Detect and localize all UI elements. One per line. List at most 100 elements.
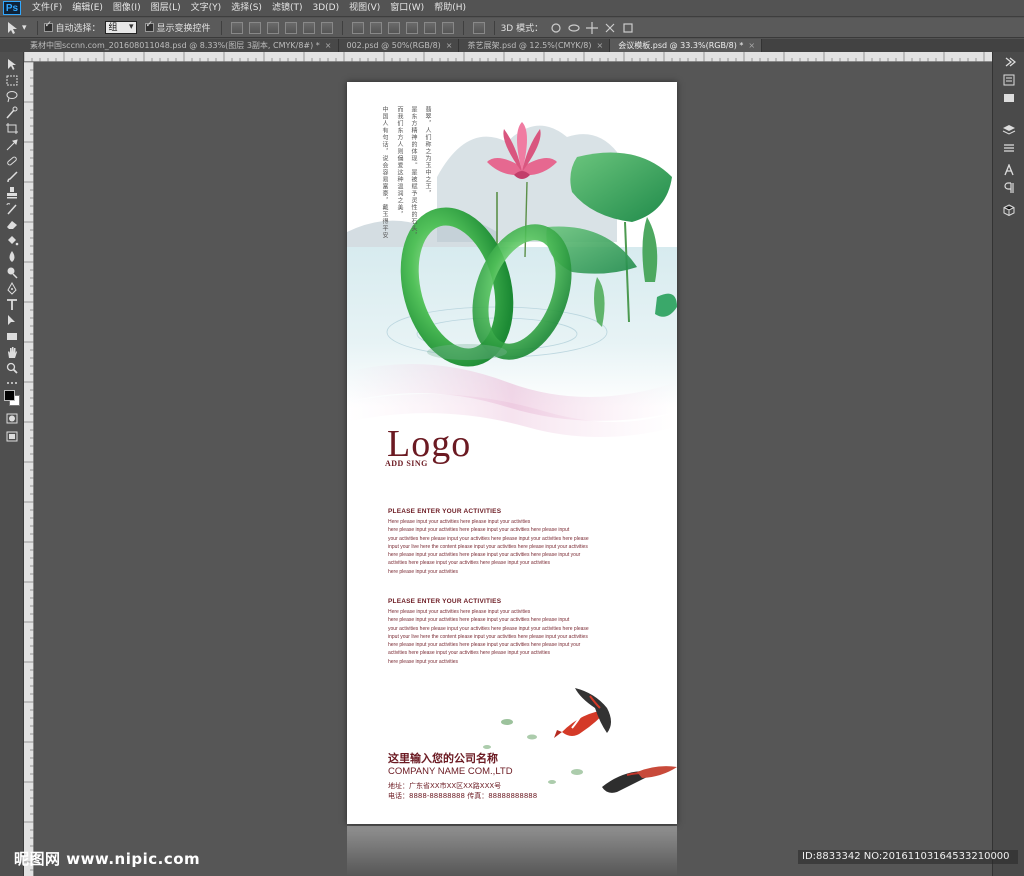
close-icon[interactable]: × xyxy=(597,41,604,50)
path-select-tool-icon[interactable] xyxy=(5,314,19,327)
photoshop-logo: Ps xyxy=(3,1,21,15)
marquee-tool-icon[interactable] xyxy=(5,74,19,87)
rectangle-tool-icon[interactable] xyxy=(5,330,19,343)
pen-tool-icon[interactable] xyxy=(5,281,19,295)
eyedropper-tool-icon[interactable] xyxy=(5,138,19,151)
distribute-hcenter-button[interactable] xyxy=(423,21,436,34)
company-phone: 电话：8888-88888888 传真：88888888888 xyxy=(388,792,538,800)
document-tab-bar: 素材中国sccnn.com_20160801104​8.psd @ 8.33%(… xyxy=(0,39,1024,52)
auto-select-label: 自动选择： xyxy=(55,24,101,34)
eraser-tool-icon[interactable] xyxy=(5,218,19,231)
logo-subtitle: ADD SING xyxy=(385,459,428,468)
align-left-button[interactable] xyxy=(284,21,297,34)
close-icon[interactable]: × xyxy=(446,41,453,50)
panel-dock xyxy=(992,52,1024,876)
3d-scale-icon[interactable] xyxy=(621,21,635,35)
zoom-tool-icon[interactable] xyxy=(5,362,19,375)
menu-image[interactable]: 图像(I) xyxy=(108,0,146,16)
auto-align-button[interactable] xyxy=(472,21,485,34)
hand-tool-icon[interactable] xyxy=(5,346,19,359)
properties-panel-icon[interactable] xyxy=(1002,92,1016,104)
vertical-ruler[interactable] xyxy=(24,62,34,876)
auto-select-checkbox[interactable] xyxy=(43,20,53,32)
menu-help[interactable]: 帮助(H) xyxy=(429,0,471,16)
align-right-button[interactable] xyxy=(320,21,333,34)
tool-preset-arrow[interactable]: ▾ xyxy=(22,23,27,33)
history-brush-tool-icon[interactable] xyxy=(5,202,19,215)
paragraph-panel-icon[interactable] xyxy=(1002,182,1016,194)
dodge-tool-icon[interactable] xyxy=(5,266,19,279)
company-name-chinese: 这里输入您的公司名称 xyxy=(388,752,498,765)
brush-tool-icon[interactable] xyxy=(5,170,19,183)
align-top-button[interactable] xyxy=(230,21,243,34)
align-bottom-button[interactable] xyxy=(266,21,279,34)
distribute-right-button[interactable] xyxy=(441,21,454,34)
menu-select[interactable]: 选择(S) xyxy=(226,0,267,16)
adjustments-panel-icon[interactable] xyxy=(1002,142,1016,154)
lasso-tool-icon[interactable] xyxy=(5,90,19,103)
crop-tool-icon[interactable] xyxy=(5,122,19,135)
3d-rotate-icon[interactable] xyxy=(549,21,563,35)
align-hcenter-button[interactable] xyxy=(302,21,315,34)
auto-select-dropdown[interactable]: 组 xyxy=(104,21,137,34)
close-icon[interactable]: × xyxy=(748,41,755,50)
menu-view[interactable]: 视图(V) xyxy=(344,0,385,16)
document-reflection xyxy=(347,826,677,876)
activity-line: Here please input your activities here p… xyxy=(388,519,531,525)
show-transform-checkbox[interactable] xyxy=(144,20,154,32)
horizontal-ruler[interactable] xyxy=(24,52,992,62)
healing-brush-tool-icon[interactable] xyxy=(5,154,19,167)
collapse-panels-icon[interactable] xyxy=(1002,56,1017,68)
activity-line: activities here please input your activi… xyxy=(388,560,551,567)
move-tool-icon[interactable] xyxy=(5,58,19,71)
menu-3d[interactable]: 3D(D) xyxy=(307,0,344,16)
activity-line: here please input your activities here p… xyxy=(388,527,570,534)
distribute-top-button[interactable] xyxy=(351,21,364,34)
tab-document-2[interactable]: 002.psd @ 50%(RGB/8) × xyxy=(338,39,460,52)
show-transform-label: 显示变换控件 xyxy=(156,24,211,34)
3d-panel-icon[interactable] xyxy=(1002,204,1016,217)
clone-stamp-tool-icon[interactable] xyxy=(5,186,19,199)
blur-tool-icon[interactable] xyxy=(5,250,19,263)
3d-pan-icon[interactable] xyxy=(585,21,599,35)
align-vcenter-button[interactable] xyxy=(248,21,261,34)
move-tool-icon[interactable] xyxy=(6,21,20,35)
distribute-vcenter-button[interactable] xyxy=(369,21,382,34)
more-tools-icon[interactable] xyxy=(5,376,19,389)
watermark-id: ID:8833342 NO:20161103164533210000 xyxy=(798,850,1018,864)
activity-line: here please input your activities here p… xyxy=(388,617,570,624)
separator xyxy=(220,20,222,35)
activity-line: your activities here please input your a… xyxy=(388,535,589,542)
tab-label: 素材中国sccnn.com_20160801104​8.psd @ 8.33%(… xyxy=(30,41,320,50)
history-panel-icon[interactable] xyxy=(1002,74,1016,86)
menu-edit[interactable]: 编辑(E) xyxy=(67,0,108,16)
poster-document[interactable]: 翡翠，人们称之为玉中之王， 是东方精神的体现。是被赋予灵性的石头， 而我们东方人… xyxy=(347,82,677,824)
quick-select-tool-icon[interactable] xyxy=(5,106,19,119)
3d-slide-icon[interactable] xyxy=(603,21,617,35)
menu-layer[interactable]: 图层(L) xyxy=(146,0,186,16)
separator xyxy=(493,20,495,35)
type-tool-icon[interactable] xyxy=(5,298,19,311)
layers-panel-icon[interactable] xyxy=(1002,124,1016,136)
distribute-bottom-button[interactable] xyxy=(387,21,400,34)
menu-filter[interactable]: 滤镜(T) xyxy=(267,0,308,16)
paint-bucket-tool-icon[interactable] xyxy=(5,234,19,247)
screen-mode-icon[interactable] xyxy=(5,430,19,443)
3d-roll-icon[interactable] xyxy=(567,21,581,35)
tab-document-3[interactable]: 茶艺展架.psd @ 12.5%(CMYK/8) × xyxy=(459,39,611,52)
close-icon[interactable]: × xyxy=(325,41,332,50)
distribute-left-button[interactable] xyxy=(405,21,418,34)
menu-file[interactable]: 文件(F) xyxy=(27,0,67,16)
menu-type[interactable]: 文字(Y) xyxy=(186,0,227,16)
tab-document-4-active[interactable]: 会议模板.psd @ 33.3%(RGB/8) * × xyxy=(610,39,763,52)
poem-column-1: 翡翠，人们称之为玉中之王， xyxy=(424,106,431,197)
character-panel-icon[interactable] xyxy=(1002,163,1016,176)
menu-bar: Ps 文件(F) 编辑(E) 图像(I) 图层(L) 文字(Y) 选择(S) 滤… xyxy=(0,0,1024,17)
tab-document-1[interactable]: 素材中国sccnn.com_20160801104​8.psd @ 8.33%(… xyxy=(0,39,339,52)
quick-mask-icon[interactable] xyxy=(5,412,19,425)
activity-line: here please input your activities here p… xyxy=(388,642,581,649)
foreground-color-swatch[interactable] xyxy=(4,390,15,401)
menu-window[interactable]: 窗口(W) xyxy=(385,0,429,16)
activity-line: activities here please input your activi… xyxy=(388,650,551,657)
3d-mode-label: 3D 模式： xyxy=(500,24,544,34)
